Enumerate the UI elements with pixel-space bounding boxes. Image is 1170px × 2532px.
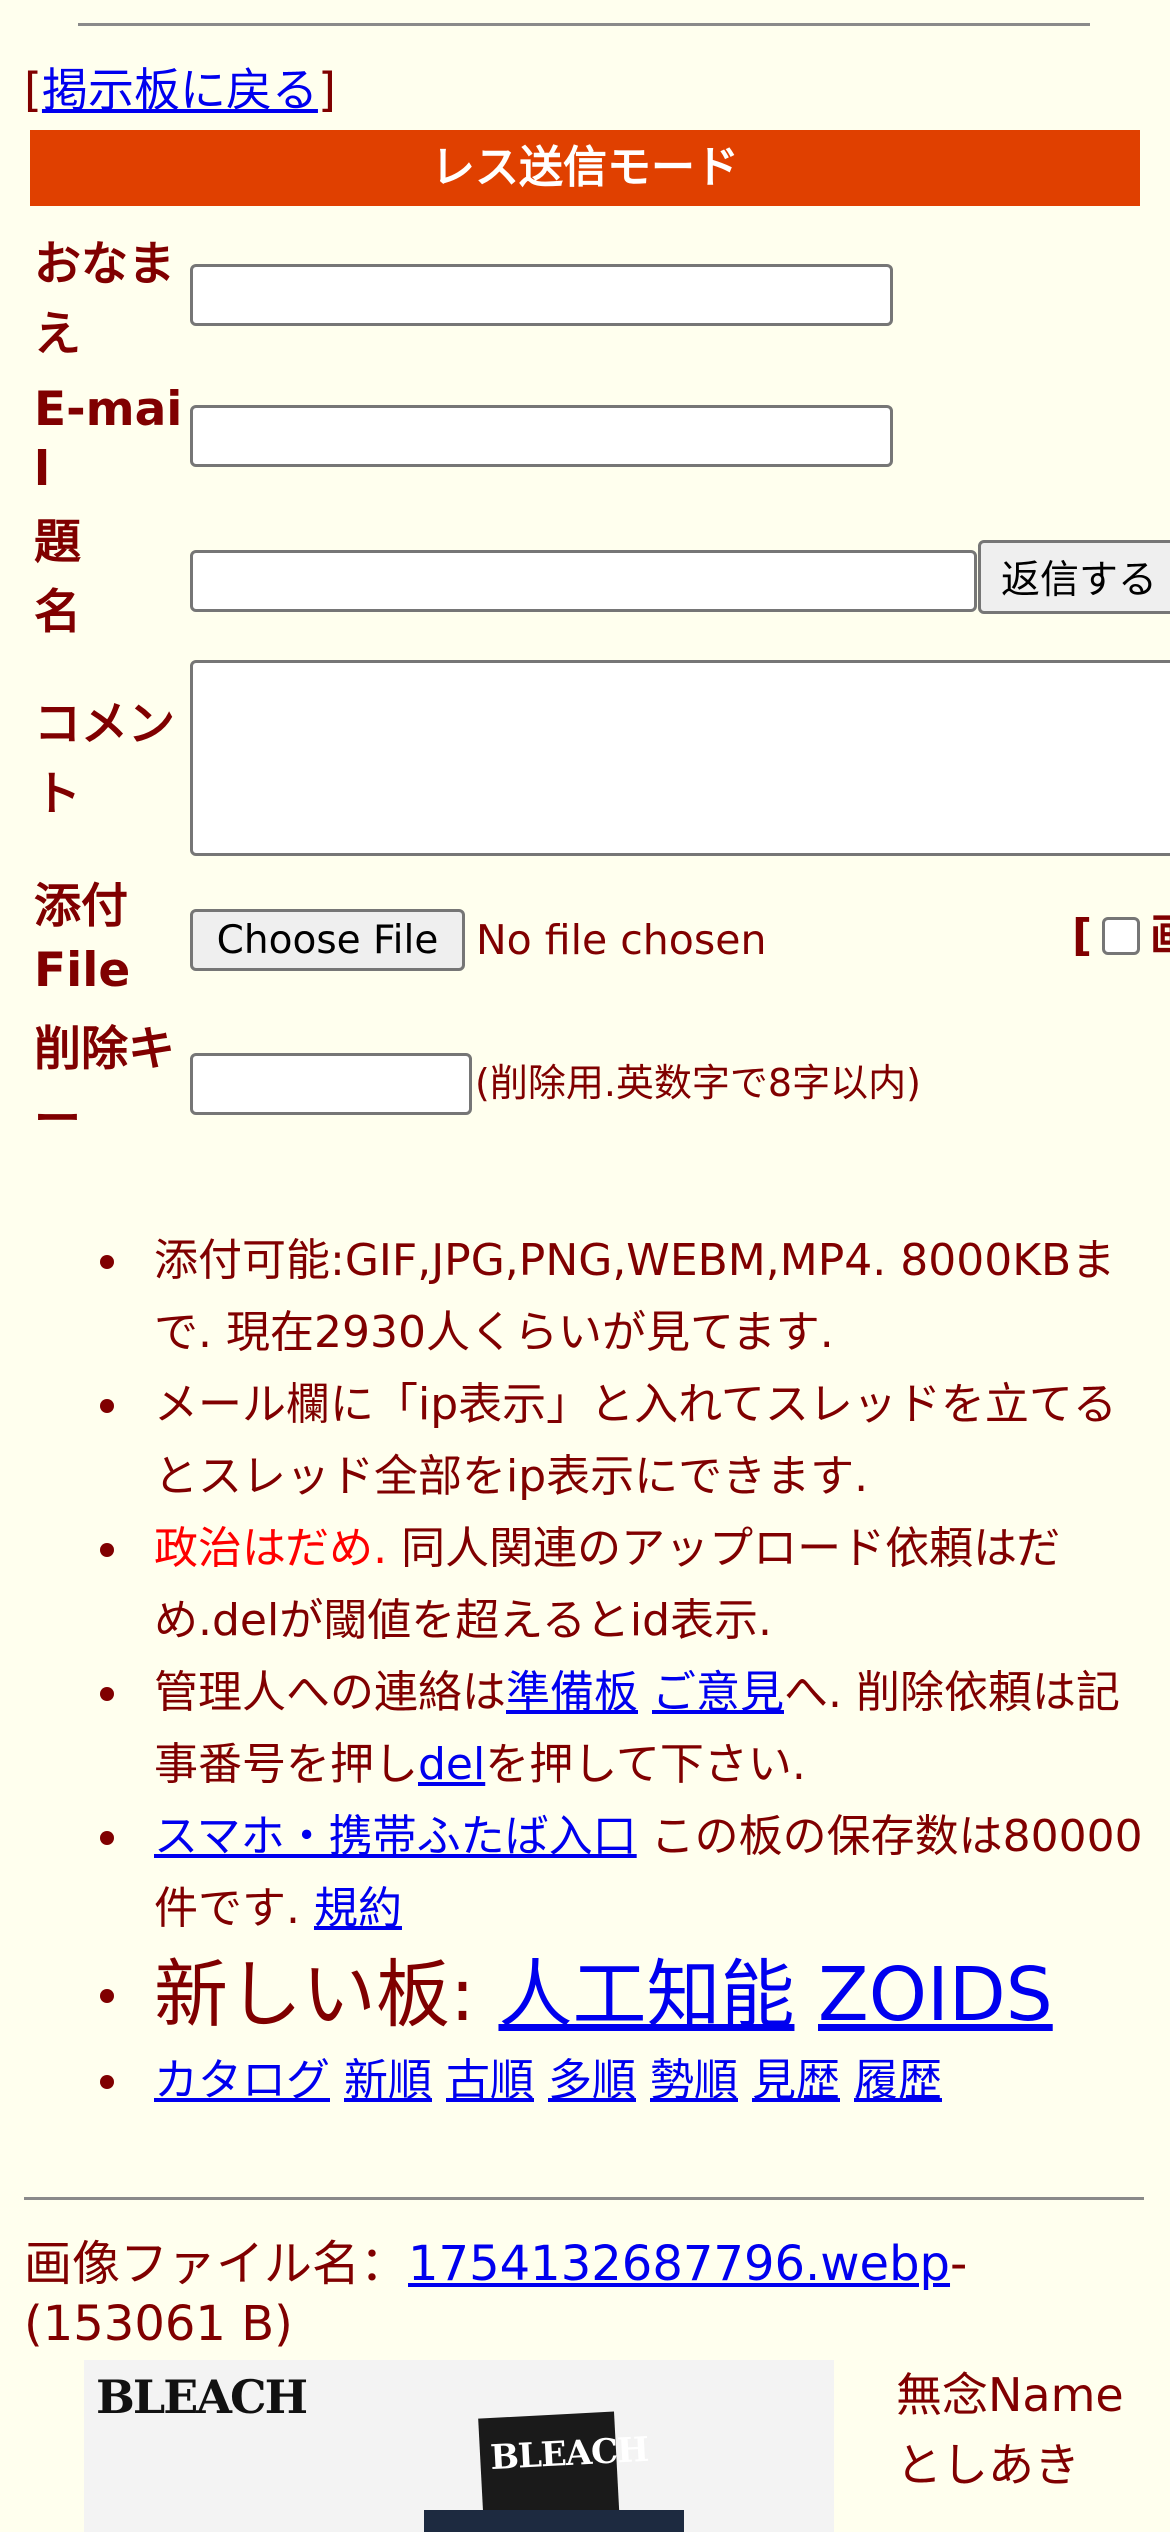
note-contact-pre: 管理人への連絡は: [154, 1667, 506, 1718]
delete-key-label: 削除キー: [34, 1022, 175, 1147]
viewed-history-link[interactable]: 見歴: [752, 2055, 840, 2106]
back-to-board-link[interactable]: 掲示板に戻る: [42, 63, 318, 117]
ai-board-link[interactable]: 人工知能: [498, 1952, 794, 2038]
post-thumbnail[interactable]: BLEACH BLEACH: [84, 2360, 834, 2532]
image-file-link[interactable]: 1754132687796.webp: [408, 2236, 950, 2292]
note-rules: 政治はだめ. 同人関連のアップロード依頼はだめ.delが閾値を超えるとid表示.: [90, 1513, 1150, 1657]
image-filename-line: 画像ファイル名：1754132687796.webp-(153061 B): [24, 2234, 1154, 2354]
post-name: Name: [988, 2368, 1124, 2422]
mobile-entrance-link[interactable]: スマホ・携帯ふたば入口: [154, 1811, 637, 1862]
subject-input[interactable]: [190, 550, 977, 612]
zoids-board-link[interactable]: ZOIDS: [818, 1952, 1053, 2038]
comment-label: コメント: [34, 697, 175, 822]
post-subject: 無念: [896, 2368, 988, 2422]
top-divider: [78, 23, 1090, 26]
note-ip-display: メール欄に「ip表示」と入れてスレッドを立てるとスレッド全部をip表示にできます…: [90, 1369, 1150, 1513]
filename-label: 画像ファイル名：: [24, 2236, 409, 2292]
sort-new-link[interactable]: 新順: [344, 2055, 432, 2106]
note-new-boards: 新しい板: 人工知能 ZOIDS: [90, 1945, 1150, 2045]
bottom-divider: [24, 2197, 1144, 2200]
back-bracket-open: [: [24, 63, 42, 117]
subject-label: 題名: [34, 515, 81, 640]
post-header: 無念Name としあき: [896, 2360, 1124, 2500]
note-contact-post: を押して下さい.: [485, 1739, 806, 1790]
new-boards-label: 新しい板:: [154, 1952, 499, 2038]
note-mobile: スマホ・携帯ふたば入口 この板の保存数は80000件です. 規約: [90, 1801, 1150, 1945]
sort-momentum-link[interactable]: 勢順: [650, 2055, 738, 2106]
note-ip-display-text: メール欄に「ip表示」と入れてスレッドを立てるとスレッド全部をip表示にできます…: [154, 1379, 1117, 1502]
image-option-label: 画: [1150, 908, 1170, 964]
prep-board-link[interactable]: 準備板: [506, 1667, 638, 1718]
back-nav: [掲示板に戻る]: [24, 62, 336, 118]
thumbnail-dark-area: [424, 2510, 684, 2532]
file-label: 添付File: [34, 879, 131, 998]
file-status-text: No file chosen: [476, 916, 767, 964]
note-politics-warning: 政治はだめ.: [154, 1523, 388, 1574]
delete-key-note: (削除用.英数字で8字以内): [475, 1061, 921, 1105]
back-bracket-close: ]: [317, 63, 336, 117]
note-sort-links: カタログ 新順 古順 多順 勢順 見歴 履歴: [90, 2045, 1150, 2117]
email-input[interactable]: [190, 405, 893, 467]
delete-key-input[interactable]: [190, 1053, 472, 1115]
post-author: としあき: [896, 2438, 1080, 2492]
feedback-link[interactable]: ご意見: [652, 1667, 784, 1718]
note-contact-space: [638, 1667, 652, 1718]
terms-link[interactable]: 規約: [314, 1883, 402, 1934]
choose-file-button[interactable]: Choose File: [190, 909, 465, 971]
reply-mode-banner: レス送信モード: [30, 130, 1140, 206]
email-label: E-mail: [34, 382, 183, 497]
note-contact: 管理人への連絡は準備板 ご意見へ. 削除依頼は記事番号を押しdelを押して下さい…: [90, 1657, 1150, 1801]
board-notes-list: 添付可能:GIF,JPG,PNG,WEBM,MP4. 8000KBまで. 現在2…: [90, 1225, 1150, 2117]
note-attachments: 添付可能:GIF,JPG,PNG,WEBM,MP4. 8000KBまで. 現在2…: [90, 1225, 1150, 1369]
image-option-bracket: [: [1072, 910, 1093, 961]
post-history-link[interactable]: 履歴: [854, 2055, 942, 2106]
thumbnail-card-logo: BLEACH: [489, 2429, 650, 2479]
name-label: おなまえ: [34, 237, 175, 362]
catalog-link[interactable]: カタログ: [154, 2055, 330, 2106]
reply-submit-button[interactable]: 返信する: [978, 540, 1170, 614]
sort-old-link[interactable]: 古順: [446, 2055, 534, 2106]
thumbnail-logo: BLEACH: [96, 2370, 308, 2424]
del-link[interactable]: del: [418, 1739, 485, 1790]
note-attachments-text: 添付可能:GIF,JPG,PNG,WEBM,MP4. 8000KBまで. 現在2…: [154, 1235, 1116, 1358]
comment-textarea[interactable]: [190, 660, 1170, 856]
image-option-checkbox[interactable]: [1102, 917, 1140, 955]
sort-many-link[interactable]: 多順: [548, 2055, 636, 2106]
name-input[interactable]: [190, 264, 893, 326]
